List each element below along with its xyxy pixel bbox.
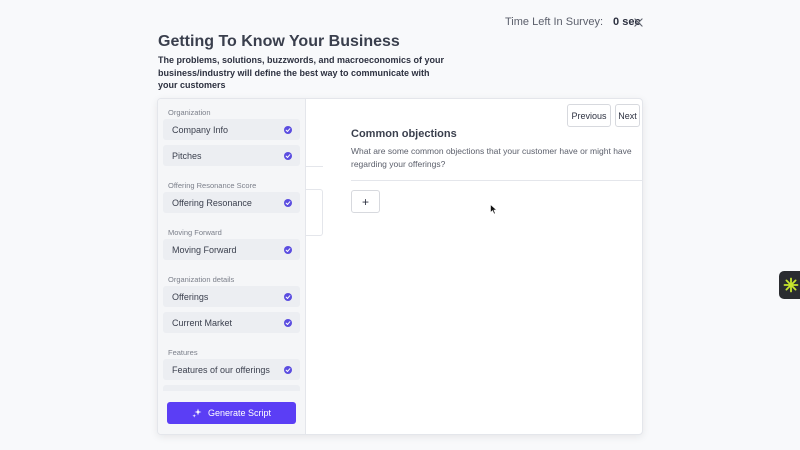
- section-label-offering-resonance-score: Offering Resonance Score: [168, 181, 257, 190]
- sidebar-item-label: Company Info: [172, 124, 229, 135]
- section-label-features: Features: [168, 348, 198, 357]
- next-button[interactable]: Next: [615, 104, 640, 127]
- sidebar-item-offerings[interactable]: Offerings: [163, 286, 300, 307]
- sidebar-item-features-of-our-offerings[interactable]: Features of our offerings: [163, 359, 300, 380]
- section-label-organization-details: Organization details: [168, 275, 235, 284]
- section-label-moving-forward: Moving Forward: [168, 228, 222, 237]
- sparkle-icon: [192, 408, 202, 418]
- survey-card: Organization Company Info Pitches Offeri…: [157, 98, 643, 435]
- check-circle-icon: [284, 318, 292, 327]
- sidebar-item-company-info[interactable]: Company Info: [163, 119, 300, 140]
- sidebar: Organization Company Info Pitches Offeri…: [158, 99, 306, 434]
- survey-timer: Time Left In Survey: 0 sec: [505, 16, 641, 28]
- sidebar-item-pitches[interactable]: Pitches: [163, 145, 300, 166]
- main-panel: Previous Next Common objections What are…: [306, 99, 642, 434]
- add-objection-button[interactable]: +: [351, 190, 380, 213]
- previous-question-divider: [306, 166, 323, 167]
- sidebar-item-label: Offerings: [172, 291, 209, 302]
- sidebar-item-label: Moving Forward: [172, 244, 237, 255]
- mouse-cursor-icon: [490, 204, 498, 215]
- check-circle-icon: [284, 365, 292, 374]
- previous-question-textarea[interactable]: [306, 189, 323, 236]
- check-circle-icon: [284, 125, 292, 134]
- sidebar-item-current-market[interactable]: Current Market: [163, 312, 300, 333]
- sidebar-item-offering-resonance[interactable]: Offering Resonance: [163, 192, 300, 213]
- sidebar-item-partial[interactable]: [163, 385, 300, 391]
- page-subtitle: The problems, solutions, buzzwords, and …: [158, 55, 445, 90]
- sidebar-item-moving-forward[interactable]: Moving Forward: [163, 239, 300, 260]
- check-circle-icon: [284, 151, 292, 160]
- timer-label: Time Left In Survey:: [505, 16, 604, 28]
- sidebar-item-label: Features of our offerings: [172, 364, 270, 375]
- assistant-widget[interactable]: [779, 271, 800, 299]
- sidebar-item-label: Offering Resonance: [172, 197, 252, 208]
- check-circle-icon: [284, 198, 292, 207]
- close-button[interactable]: [630, 14, 646, 30]
- check-circle-icon: [284, 245, 292, 254]
- check-circle-icon: [284, 292, 292, 301]
- previous-button[interactable]: Previous: [567, 104, 611, 127]
- sidebar-item-label: Pitches: [172, 150, 202, 161]
- section-label-organization: Organization: [168, 108, 211, 117]
- generate-script-label: Generate Script: [207, 408, 272, 418]
- asterisk-icon: [783, 277, 799, 293]
- generate-script-button[interactable]: Generate Script: [167, 402, 296, 424]
- question-description: What are some common objections that you…: [351, 146, 632, 169]
- page-title: Getting To Know Your Business: [158, 33, 400, 50]
- question-divider: [351, 180, 642, 181]
- sidebar-item-label: Current Market: [172, 317, 233, 328]
- sidebar-list[interactable]: Organization Company Info Pitches Offeri…: [158, 99, 305, 391]
- close-icon: [633, 17, 643, 27]
- question-title: Common objections: [351, 128, 457, 140]
